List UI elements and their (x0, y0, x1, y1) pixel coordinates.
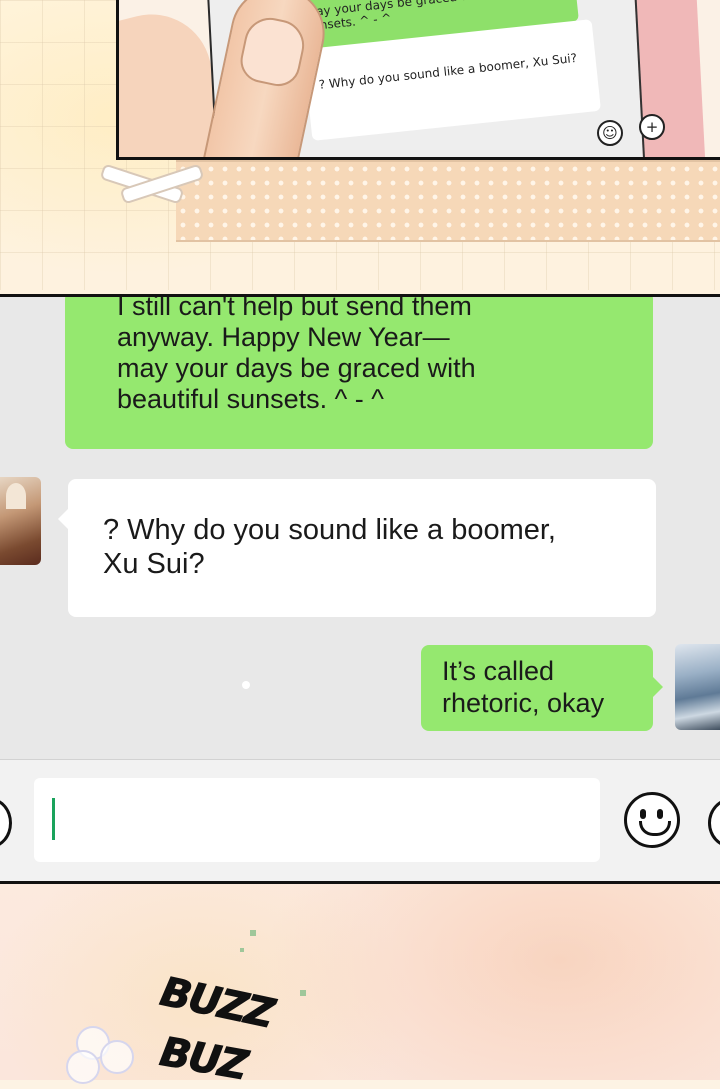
mini-plus-icon: + (639, 114, 665, 140)
message-line: beautiful sunsets. ^ - ^ (117, 384, 384, 414)
emoji-eye (657, 809, 663, 819)
avatar-ear (6, 483, 26, 509)
avatar-self[interactable] (675, 644, 720, 730)
sparkle (240, 948, 244, 952)
plus-icon[interactable] (708, 798, 720, 848)
mini-emoji-icon: ☺ (597, 120, 623, 146)
text-cursor (52, 798, 55, 840)
polka-dot-ribbon (176, 160, 720, 242)
input-bar (0, 759, 720, 881)
mini-message-white-text: ? Why do you sound like a boomer, Xu Sui… (318, 50, 578, 92)
sparkle (250, 930, 256, 936)
message-line: anyway. Happy New Year— (117, 322, 450, 352)
message-line: I still can't help but send them (117, 294, 472, 321)
message-bubble-received: ? Why do you sound like a boomer, Xu Sui… (58, 479, 656, 617)
message-bubble-sent: I still can't help but send them anyway.… (65, 294, 653, 449)
message-input[interactable] (34, 778, 600, 862)
emoji-icon[interactable] (624, 792, 680, 848)
emoji-eye (640, 809, 646, 819)
panel-phone-closeup: may your days be graced with beautiful s… (116, 0, 720, 160)
message-line: It’s called (442, 656, 555, 686)
message-line: rhetoric, okay (442, 688, 605, 718)
message-line: may your days be graced with (117, 353, 476, 383)
fingernail (236, 13, 309, 91)
flower-doodle (66, 1050, 100, 1084)
flower-doodle (100, 1040, 134, 1074)
message-text: I still can't help but send them anyway.… (117, 294, 637, 415)
sparkle (300, 990, 306, 996)
message-bubble-sent: It’s called rhetoric, okay (421, 645, 663, 731)
message-text: ? Why do you sound like a boomer, Xu Sui… (103, 513, 623, 581)
emoji-mouth (639, 821, 671, 836)
avatar-contact[interactable] (0, 477, 41, 565)
chat-panel: I still can't help but send them anyway.… (0, 294, 720, 884)
sparkle-dot (242, 681, 250, 689)
message-text: It’s called rhetoric, okay (442, 655, 642, 719)
message-line: Xu Sui? (103, 548, 205, 580)
message-line: ? Why do you sound like a boomer, (103, 514, 556, 546)
voice-icon[interactable] (0, 798, 12, 848)
